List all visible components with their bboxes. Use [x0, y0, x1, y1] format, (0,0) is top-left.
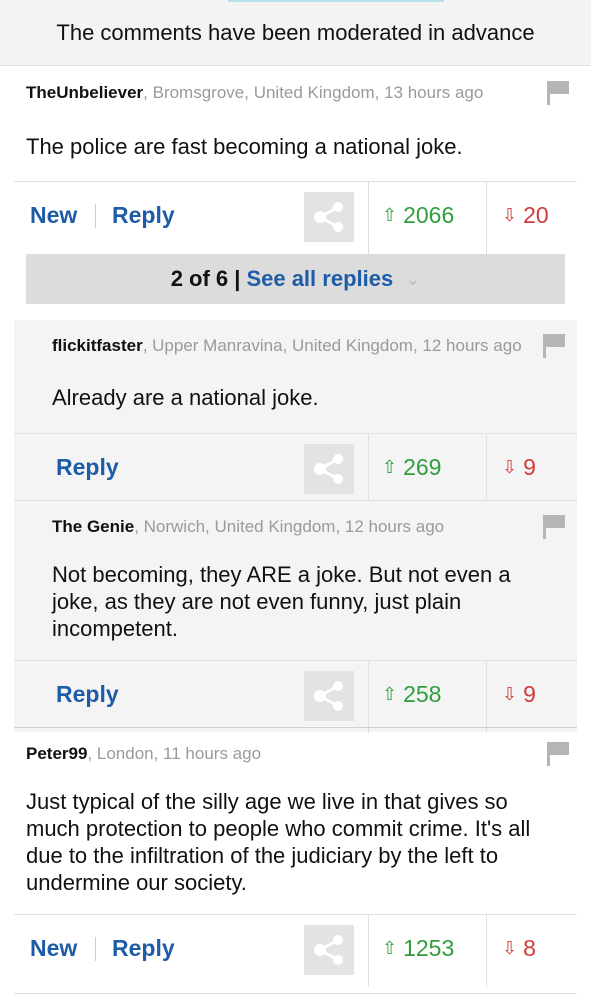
comment-location-time: , Bromsgrove, United Kingdom, 13 hours a…	[143, 83, 484, 102]
vote-separator	[368, 661, 369, 733]
comment-body: Already are a national joke.	[52, 385, 319, 410]
comment-actions: Reply ⇧ 258 ⇩ 9	[14, 660, 577, 733]
comment-body: The police are fast becoming a national …	[26, 134, 463, 159]
comment-meta: TheUnbeliever, Bromsgrove, United Kingdo…	[26, 81, 516, 104]
comment: TheUnbeliever, Bromsgrove, United Kingdo…	[0, 67, 591, 254]
moderation-notice-text: The comments have been moderated in adva…	[56, 19, 535, 45]
upvote-arrow-icon: ⇧	[382, 684, 398, 704]
comment-actions: Reply ⇧ 269 ⇩ 9	[14, 433, 577, 506]
downvote-button[interactable]: ⇩ 20	[502, 202, 549, 229]
upvote-button[interactable]: ⇧ 269	[382, 454, 441, 481]
comment-body: Not becoming, they ARE a joke. But not e…	[52, 562, 511, 641]
share-icon[interactable]	[304, 444, 354, 494]
comment-actions: New Reply ⇧ 1253 ⇩ 8	[14, 914, 577, 987]
upvote-count: 269	[403, 454, 442, 480]
comment: Peter99, London, 11 hours ago Just typic…	[0, 728, 591, 993]
reply-button[interactable]: Reply	[56, 454, 119, 481]
vote-separator	[368, 434, 369, 506]
downvote-count: 9	[523, 681, 536, 707]
action-separator	[95, 937, 96, 961]
downvote-button[interactable]: ⇩ 8	[502, 935, 536, 962]
comment-location-time: , Norwich, United Kingdom, 12 hours ago	[134, 517, 445, 536]
downvote-button[interactable]: ⇩ 9	[502, 454, 536, 481]
downvote-arrow-icon: ⇩	[502, 205, 518, 225]
new-button[interactable]: New	[30, 935, 77, 962]
upvote-arrow-icon: ⇧	[382, 457, 398, 477]
vote-separator	[368, 915, 369, 987]
share-icon[interactable]	[304, 671, 354, 721]
action-separator	[95, 204, 96, 228]
upvote-arrow-icon: ⇧	[382, 938, 398, 958]
see-all-replies-bar[interactable]: 2 of 6 | See all replies ⌄	[26, 254, 565, 304]
vote-separator	[486, 915, 487, 987]
vote-separator	[368, 182, 369, 254]
comment-location-time: , London, 11 hours ago	[87, 744, 262, 763]
bottom-divider	[14, 993, 577, 994]
flag-icon[interactable]	[547, 742, 569, 766]
vote-separator	[486, 434, 487, 506]
share-icon[interactable]	[304, 192, 354, 242]
reply-button[interactable]: Reply	[112, 935, 175, 962]
reply-button[interactable]: Reply	[112, 202, 175, 229]
replies-count: 2 of 6 |	[170, 266, 241, 291]
vote-separator	[486, 182, 487, 254]
upvote-button[interactable]: ⇧ 1253	[382, 935, 454, 962]
reply-button[interactable]: Reply	[56, 681, 119, 708]
comment-author[interactable]: The Genie	[52, 517, 134, 536]
new-button[interactable]: New	[30, 202, 77, 229]
downvote-arrow-icon: ⇩	[502, 457, 518, 477]
upvote-button[interactable]: ⇧ 258	[382, 681, 441, 708]
flag-icon[interactable]	[543, 334, 565, 358]
comment-actions: New Reply ⇧ 2066 ⇩ 20	[14, 181, 577, 254]
comment-meta: The Genie, Norwich, United Kingdom, 12 h…	[52, 515, 522, 538]
see-all-replies-link[interactable]: See all replies	[246, 266, 393, 292]
share-icon[interactable]	[304, 925, 354, 975]
comment-author[interactable]: TheUnbeliever	[26, 83, 143, 102]
moderation-notice: The comments have been moderated in adva…	[0, 0, 591, 66]
downvote-count: 20	[523, 202, 549, 228]
upvote-count: 258	[403, 681, 442, 707]
reply-comment: The Genie, Norwich, United Kingdom, 12 h…	[14, 500, 577, 733]
comment-author[interactable]: Peter99	[26, 744, 87, 763]
chevron-down-icon[interactable]: ⌄	[405, 269, 420, 290]
upvote-button[interactable]: ⇧ 2066	[382, 202, 454, 229]
downvote-arrow-icon: ⇩	[502, 938, 518, 958]
downvote-count: 8	[523, 935, 536, 961]
comment-location-time: , Upper Manravina, United Kingdom, 12 ho…	[142, 336, 522, 355]
comment-meta: flickitfaster, Upper Manravina, United K…	[52, 334, 522, 357]
top-accent-line	[228, 0, 444, 2]
comment-body: Just typical of the silly age we live in…	[26, 789, 531, 895]
upvote-count: 1253	[403, 935, 455, 961]
comment-author[interactable]: flickitfaster	[52, 336, 143, 355]
flag-icon[interactable]	[543, 515, 565, 539]
comment-meta: Peter99, London, 11 hours ago	[26, 742, 516, 765]
upvote-arrow-icon: ⇧	[382, 205, 398, 225]
reply-comment: flickitfaster, Upper Manravina, United K…	[14, 320, 577, 506]
flag-icon[interactable]	[547, 81, 569, 105]
vote-separator	[486, 661, 487, 733]
upvote-count: 2066	[403, 202, 455, 228]
downvote-count: 9	[523, 454, 536, 480]
downvote-button[interactable]: ⇩ 9	[502, 681, 536, 708]
downvote-arrow-icon: ⇩	[502, 684, 518, 704]
